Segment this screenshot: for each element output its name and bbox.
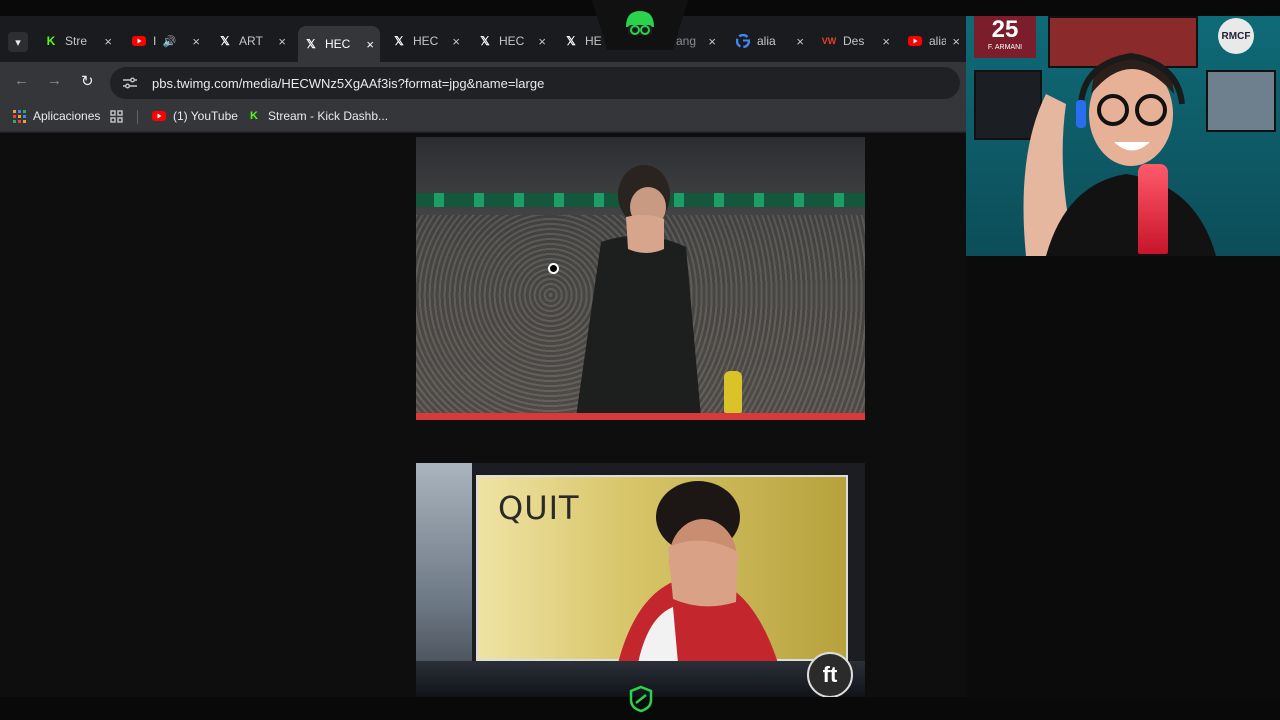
bookmark-grid[interactable] [109, 109, 130, 123]
tab-2[interactable]: 𝕏 ART × [212, 26, 292, 56]
tab-title: I [153, 34, 157, 48]
address-bar[interactable]: pbs.twimg.com/media/HECWNz5XgAAf3is?form… [110, 67, 960, 99]
bookmark-label: Aplicaciones [33, 109, 101, 123]
back-button[interactable]: ← [14, 72, 29, 89]
forward-button[interactable]: → [47, 72, 62, 89]
bookmark-label: Stream - Kick Dashb... [268, 109, 389, 123]
tab-3-active[interactable]: 𝕏 HEC × [298, 26, 380, 62]
grid-icon [109, 109, 123, 123]
tab-9[interactable]: VW Des × [816, 26, 896, 56]
bookmark-divider [137, 110, 138, 124]
ft-logo: ft [807, 652, 853, 697]
streamer-logo [592, 0, 688, 50]
tab-title: HEC [413, 34, 439, 48]
steward-figure [724, 371, 742, 413]
tab-title: Stre [65, 34, 88, 48]
streamer [1023, 52, 1216, 256]
site-settings-icon[interactable] [122, 75, 138, 91]
x-icon: 𝕏 [220, 34, 230, 48]
wm-icon: VW [821, 36, 837, 46]
close-icon[interactable]: × [532, 34, 546, 49]
tab-title: alia [757, 34, 776, 48]
url-text[interactable]: pbs.twimg.com/media/HECWNz5XgAAf3is?form… [152, 76, 544, 91]
tab-search-button[interactable]: ▾ [8, 32, 28, 52]
tab-4[interactable]: 𝕏 HEC × [386, 26, 466, 56]
stream-layout: ▾ K Stre × I 🔊 × 𝕏 ART × 𝕏 HEC × 𝕏 HEC ×… [0, 0, 1280, 720]
browser-window: ▾ K Stre × I 🔊 × 𝕏 ART × 𝕏 HEC × 𝕏 HEC ×… [0, 14, 966, 697]
mouse-cursor [548, 263, 559, 274]
youtube-icon [152, 109, 166, 123]
bookmarks-bar: Aplicaciones (1) YouTube K Stream - Kick… [0, 102, 966, 132]
close-icon[interactable]: × [790, 34, 804, 49]
browser-toolbar: ← → ↻ pbs.twimg.com/media/HECWNz5XgAAf3i… [0, 62, 966, 102]
tab-title: HE [585, 34, 602, 48]
tab-8[interactable]: alia × [730, 26, 810, 56]
shield-badge [627, 684, 655, 714]
x-icon: 𝕏 [394, 34, 404, 48]
microphone [1138, 164, 1168, 254]
close-icon[interactable]: × [186, 34, 200, 49]
close-icon[interactable]: × [272, 34, 286, 49]
x-icon: 𝕏 [480, 34, 490, 48]
close-icon[interactable]: × [98, 34, 112, 49]
x-icon: 𝕏 [566, 34, 576, 48]
hacker-mascot-icon [626, 11, 654, 35]
youtube-icon [908, 34, 922, 48]
quit-image[interactable]: QUIT ft [416, 463, 865, 697]
tab-0[interactable]: K Stre × [38, 26, 118, 56]
close-icon[interactable]: × [702, 34, 716, 49]
red-stripe [416, 413, 865, 420]
tab-strip: ▾ K Stre × I 🔊 × 𝕏 ART × 𝕏 HEC × 𝕏 HEC ×… [0, 14, 966, 62]
tab-title: alia [929, 34, 947, 48]
google-icon [736, 34, 750, 48]
bookmark-label: (1) YouTube [173, 109, 238, 123]
tab-10[interactable]: alia × [902, 26, 966, 56]
webcam-feed: 25 F. ARMANI RMCF [966, 14, 1280, 256]
close-icon[interactable]: × [360, 37, 374, 52]
bookmark-kick-dashboard[interactable]: K Stream - Kick Dashb... [247, 109, 388, 123]
close-icon[interactable]: × [446, 34, 460, 49]
quit-panel: QUIT [476, 475, 848, 663]
close-icon[interactable]: × [946, 34, 960, 49]
tab-5[interactable]: 𝕏 HEC × [472, 26, 552, 56]
reload-button[interactable]: ↻ [81, 72, 94, 90]
tab-title: ART [239, 34, 263, 48]
kick-icon: K [46, 34, 56, 48]
speaker-icon[interactable]: 🔊 [162, 34, 176, 48]
tab-title: HEC [499, 34, 525, 48]
stadium-image[interactable] [416, 137, 865, 420]
tab-title: Des [843, 34, 865, 48]
bookmark-youtube[interactable]: (1) YouTube [152, 109, 238, 123]
tab-title: HEC [325, 37, 351, 51]
shield-icon [629, 685, 653, 713]
quit-caption: QUIT [498, 489, 580, 527]
youtube-icon [132, 34, 146, 48]
x-icon: 𝕏 [306, 37, 316, 51]
tab-1[interactable]: I 🔊 × [126, 26, 206, 56]
kick-icon: K [250, 110, 258, 122]
page-content: QUIT ft [0, 133, 966, 697]
player-figure [618, 481, 778, 663]
apps-grid-icon [12, 109, 26, 123]
tab-6[interactable]: 𝕏 HE [558, 26, 608, 56]
bookmark-apps[interactable]: Aplicaciones [12, 109, 100, 123]
manager-figure [576, 165, 701, 417]
close-icon[interactable]: × [876, 34, 890, 49]
tab-title: ang [676, 34, 697, 48]
